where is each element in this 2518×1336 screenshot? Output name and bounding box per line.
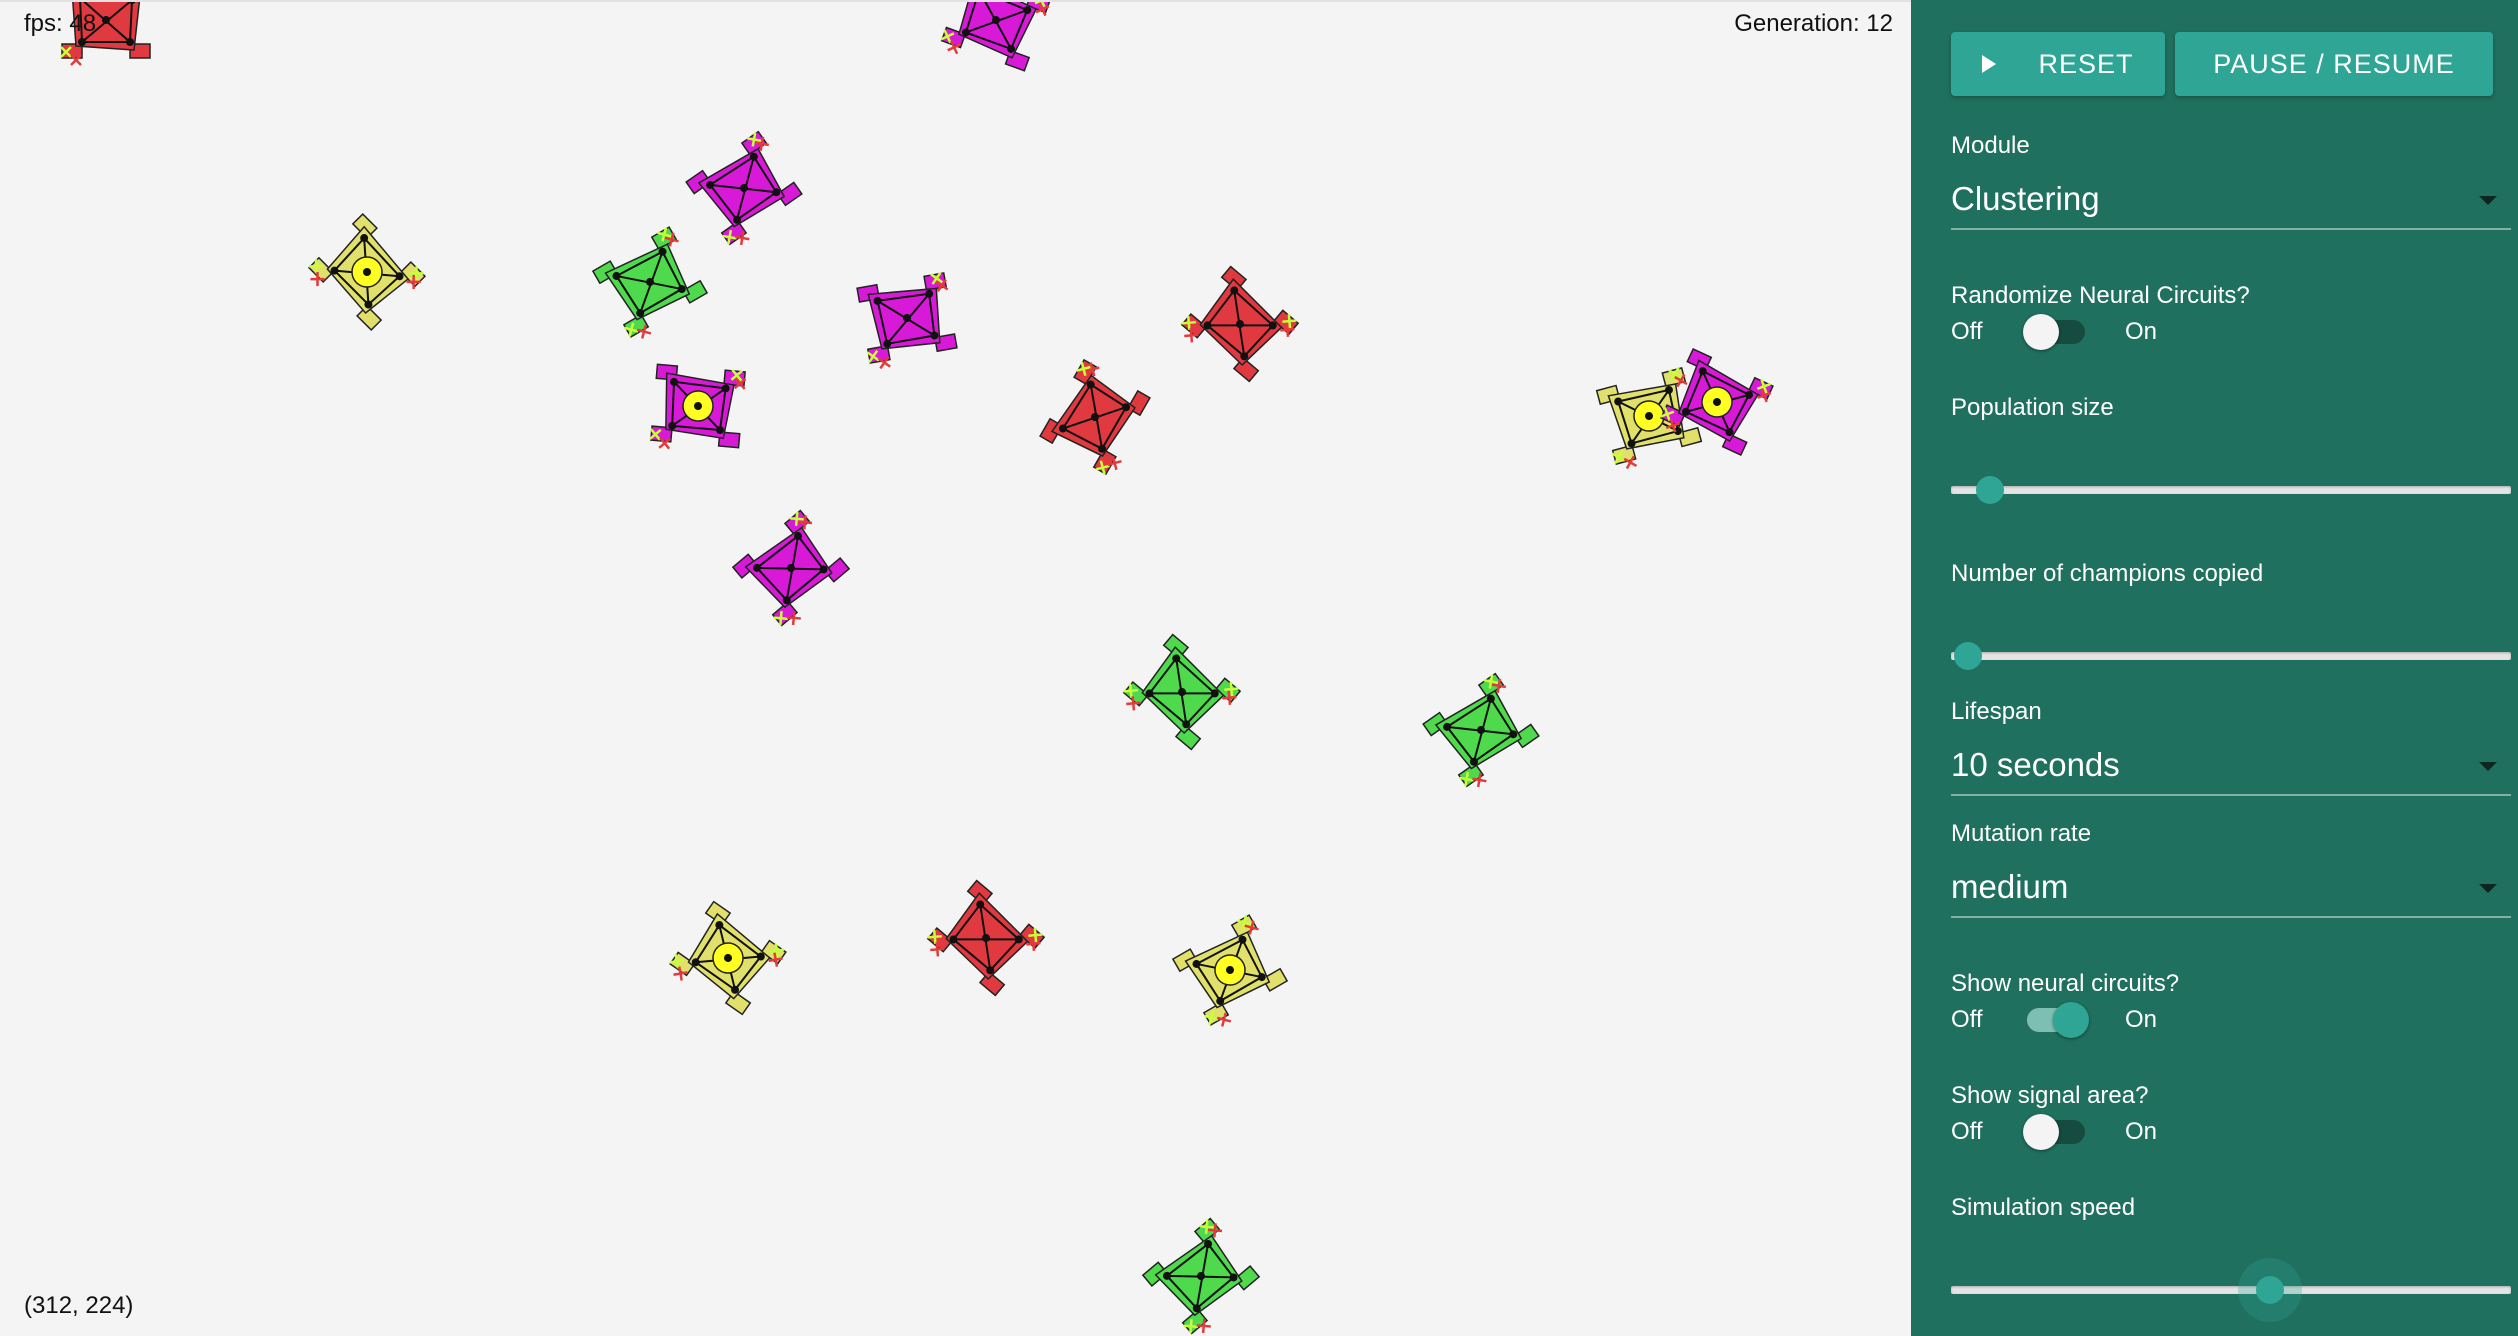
show-circuits-toggle[interactable] [2023, 1002, 2089, 1038]
pause-resume-button[interactable]: PAUSE / RESUME [2175, 32, 2493, 96]
creature[interactable] [303, 212, 427, 336]
slider-thumb[interactable] [1953, 642, 1982, 670]
mutation-select[interactable]: medium [1951, 862, 2511, 918]
module-label: Module [1951, 132, 2030, 159]
creature[interactable] [1171, 914, 1292, 1032]
neuron-node [78, 38, 86, 46]
creature[interactable] [731, 509, 854, 631]
pause-resume-label: PAUSE / RESUME [2213, 48, 2455, 79]
speed-label: Simulation speed [1951, 1194, 2136, 1221]
toggle-knob [2023, 1114, 2059, 1150]
fps-counter: fps: 48 [24, 10, 97, 37]
creature[interactable] [1141, 1217, 1264, 1336]
slider-rail [1951, 1286, 2511, 1294]
cursor-coordinates: (312, 224) [24, 1292, 134, 1319]
creature[interactable] [938, 2, 1052, 78]
toggle-knob [2053, 1002, 2089, 1038]
creature[interactable] [1422, 672, 1544, 792]
mutation-value: medium [1951, 868, 2069, 905]
toggle-knob [2023, 314, 2059, 350]
slider-rail [1951, 486, 2511, 494]
creature-arena[interactable] [0, 2, 1911, 1336]
creature[interactable] [1119, 633, 1242, 755]
creature[interactable] [923, 879, 1046, 1001]
show-signal-on-label: On [2125, 1118, 2158, 1145]
speed-slider[interactable] [1951, 1258, 2511, 1322]
creature[interactable] [1595, 366, 1704, 471]
creature[interactable] [856, 271, 959, 370]
randomize-off-label: Off [1951, 318, 1983, 345]
show-signal-off-label: Off [1951, 1118, 1983, 1145]
neuron-node [102, 16, 110, 24]
generation-counter: Generation: 12 [1734, 10, 1893, 37]
creature[interactable] [1177, 265, 1300, 387]
champions-label: Number of champions copied [1951, 560, 2264, 587]
creature[interactable] [1039, 358, 1157, 479]
play-icon [1982, 55, 1997, 73]
show-circuits-on-label: On [2125, 1006, 2158, 1033]
randomize-toggle-row: Off On [1951, 314, 2157, 350]
show-signal-toggle-row: Off On [1951, 1114, 2157, 1150]
reset-label: RESET [2038, 48, 2134, 79]
neuron-node [126, 38, 134, 46]
randomize-on-label: On [2125, 318, 2158, 345]
show-circuits-toggle-row: Off On [1951, 1002, 2157, 1038]
action-buttons: RESET PAUSE / RESUME [1951, 32, 2493, 96]
creature[interactable] [649, 363, 747, 455]
creature[interactable] [665, 900, 787, 1020]
chevron-down-icon [2479, 884, 2497, 893]
chevron-down-icon [2479, 762, 2497, 771]
randomize-label: Randomize Neural Circuits? [1951, 282, 2250, 309]
lifespan-label: Lifespan [1951, 698, 2042, 725]
population-label: Population size [1951, 394, 2114, 421]
creature[interactable] [685, 130, 807, 250]
module-select[interactable]: Clustering [1951, 174, 2511, 230]
simulation-canvas[interactable]: fps: 48 Generation: 12 (312, 224) [0, 0, 1911, 1336]
population-slider[interactable] [1951, 470, 2511, 510]
module-value: Clustering [1951, 180, 2100, 217]
show-signal-toggle[interactable] [2023, 1114, 2089, 1150]
lifespan-select[interactable]: 10 seconds [1951, 740, 2511, 796]
slider-thumb[interactable] [2256, 1276, 2285, 1304]
show-signal-label: Show signal area? [1951, 1082, 2149, 1109]
lifespan-value: 10 seconds [1951, 746, 2120, 783]
slider-rail [1951, 652, 2511, 660]
creature[interactable] [591, 226, 712, 344]
show-circuits-label: Show neural circuits? [1951, 970, 2180, 997]
randomize-toggle[interactable] [2023, 314, 2089, 350]
show-circuits-off-label: Off [1951, 1006, 1983, 1033]
chevron-down-icon [2479, 196, 2497, 205]
champions-slider[interactable] [1951, 636, 2511, 676]
control-panel: RESET PAUSE / RESUME Module Clustering R… [1911, 0, 2518, 1336]
slider-thumb[interactable] [1976, 476, 2005, 504]
mutation-label: Mutation rate [1951, 820, 2092, 847]
reset-button[interactable]: RESET [1951, 32, 2165, 96]
